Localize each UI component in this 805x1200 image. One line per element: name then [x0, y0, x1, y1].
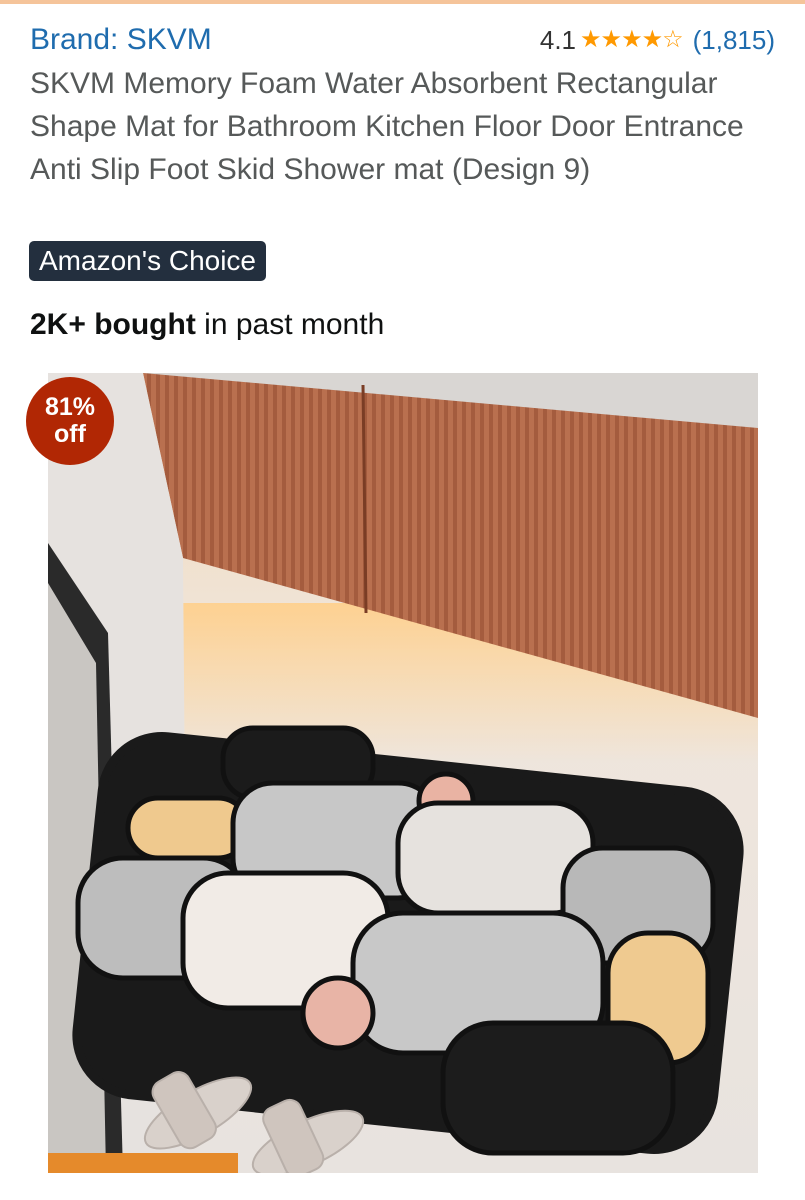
- discount-badge: 81% off: [26, 377, 114, 465]
- top-accent-bar: [0, 0, 805, 4]
- brand-link[interactable]: Brand: SKVM: [30, 23, 212, 57]
- star-rating: ★ ★ ★ ★ ☆: [580, 26, 684, 53]
- bought-in-past-month: 2K+ bought in past month: [30, 308, 384, 342]
- product-photo-illustration: [48, 373, 758, 1173]
- star-icon: ★: [641, 26, 663, 53]
- rating-summary[interactable]: 4.1 ★ ★ ★ ★ ☆ (1,815): [540, 25, 775, 56]
- discount-off-label: off: [54, 420, 86, 448]
- product-image[interactable]: [48, 373, 758, 1173]
- rating-value: 4.1: [539, 24, 577, 55]
- discount-percent: 81%: [44, 393, 96, 421]
- star-outline-icon: ☆: [662, 26, 683, 53]
- star-icon: ★: [580, 26, 601, 53]
- header-row: Brand: SKVM 4.1 ★ ★ ★ ★ ☆ (1,815): [30, 22, 775, 58]
- amazons-choice-badge: Amazon's Choice: [29, 241, 266, 281]
- review-count-link[interactable]: (1,815): [693, 25, 775, 56]
- bought-period: in past month: [195, 308, 385, 341]
- bought-count: 2K+ bought: [30, 308, 196, 341]
- star-icon: ★: [621, 26, 642, 53]
- product-title: SKVM Memory Foam Water Absorbent Rectang…: [30, 67, 744, 186]
- star-icon: ★: [600, 26, 622, 53]
